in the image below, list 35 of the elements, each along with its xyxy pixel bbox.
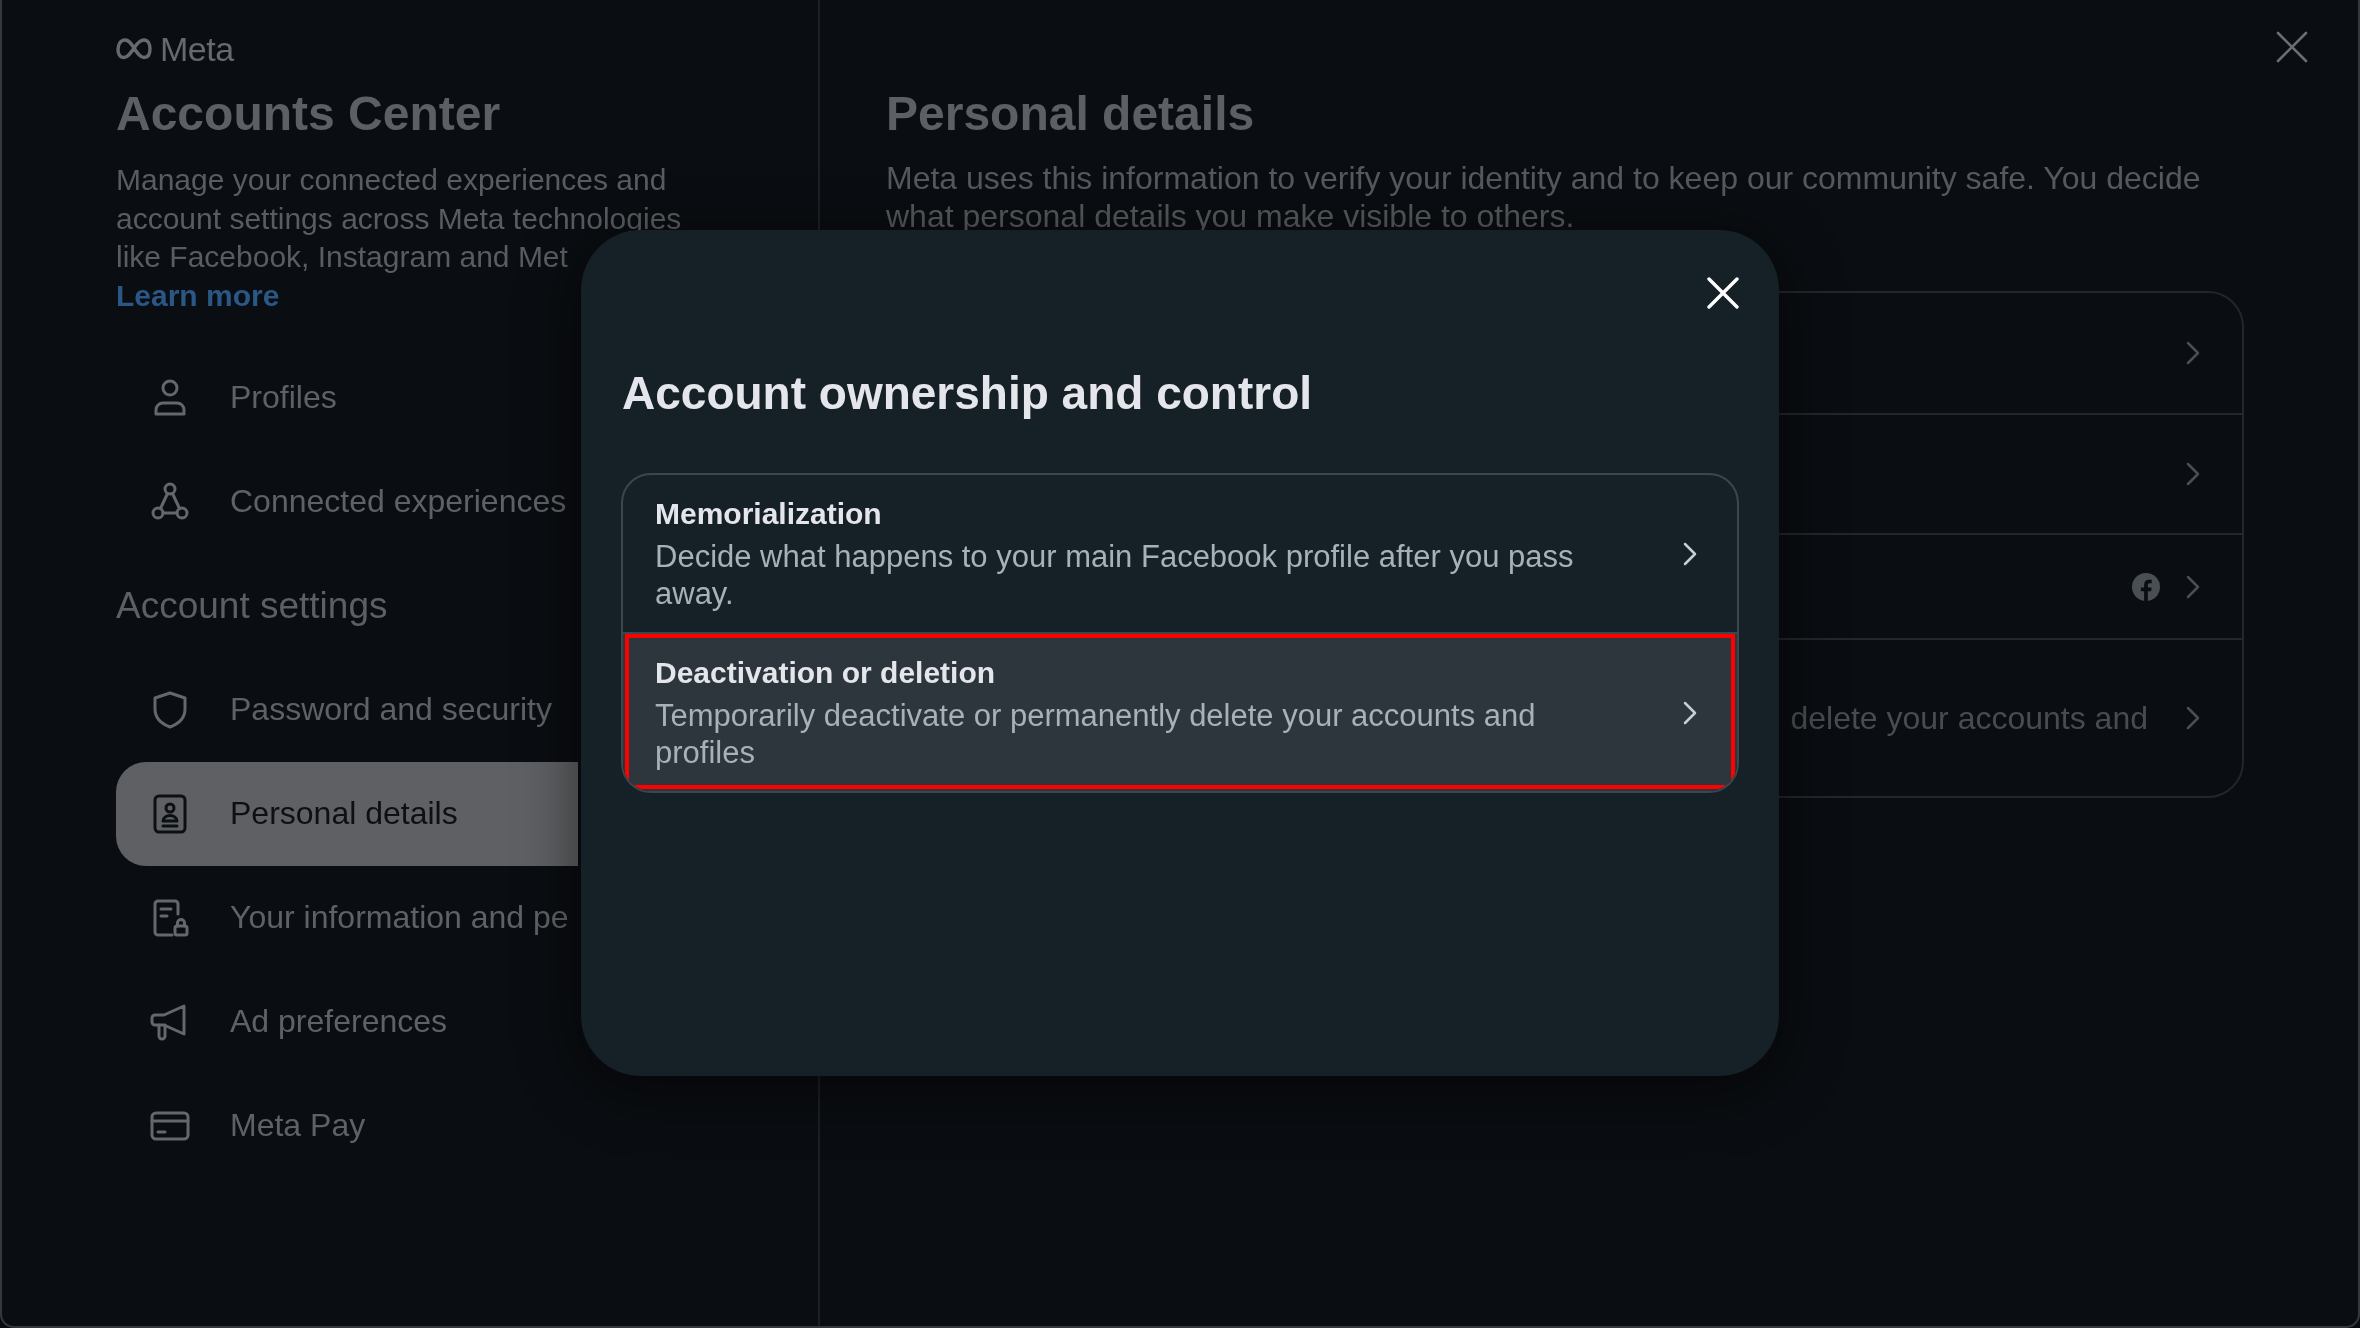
dialog-title: Account ownership and control [622, 366, 1313, 421]
close-button[interactable] [2276, 31, 2308, 63]
sidebar-item[interactable]: Password and security [116, 657, 578, 762]
item-description: Decide what happens to your main Facebook profile after you pass away. [655, 538, 1575, 612]
section-description: Meta uses this information to verify your identity and to keep our community safe. You decide what personal details you make visible to others. [886, 159, 2202, 235]
sidebar-item[interactable]: Ad preferences [116, 969, 578, 1074]
item-title: Deactivation or deletion [655, 655, 996, 691]
description-text: Manage your connected experiences and account settings across Meta technologies like Facebook, Instagram and Met [116, 162, 683, 275]
item-title: Memorialization [655, 496, 882, 532]
close-icon [1707, 277, 1739, 309]
sidebar-item[interactable]: Your information and pe [116, 865, 578, 970]
chevron-right-icon [2186, 462, 2200, 486]
facebook-icon [2132, 572, 2160, 601]
sidebar-item[interactable]: Profiles [116, 345, 578, 450]
section-heading: Account settings [116, 583, 388, 628]
list-item[interactable]: Memorialization Decide what happens to your main Facebook profile after you pass away. [623, 475, 1737, 632]
chevron-right-icon [2186, 341, 2200, 365]
infinity-logo-icon [116, 37, 152, 61]
chevron-right-icon [1683, 541, 1697, 566]
chevron-right-icon [2186, 574, 2200, 599]
close-icon [2276, 31, 2308, 63]
sidebar-item[interactable]: Meta Pay [116, 1073, 578, 1178]
chevron-right-icon [2186, 706, 2200, 730]
page-title: Accounts Center [116, 86, 501, 142]
sidebar-item[interactable]: Personal details [116, 761, 578, 866]
chevron-right-icon [1683, 700, 1697, 725]
learn-more-link[interactable]: Learn more [116, 276, 280, 315]
section-title: Personal details [886, 86, 1255, 142]
nodes-icon [150, 481, 190, 522]
item-description: Temporarily deactivate or permanently delete your accounts and profiles [655, 697, 1537, 771]
brand-name: Meta [160, 35, 234, 63]
row-description: delete your accounts and [1790, 699, 2148, 737]
list-item[interactable]: Deactivation or deletion Temporarily deactivate or permanently delete your accounts and profiles [623, 632, 1737, 791]
sidebar-item[interactable]: Connected experiences [116, 449, 578, 554]
dialog-close-button[interactable] [1707, 277, 1739, 309]
